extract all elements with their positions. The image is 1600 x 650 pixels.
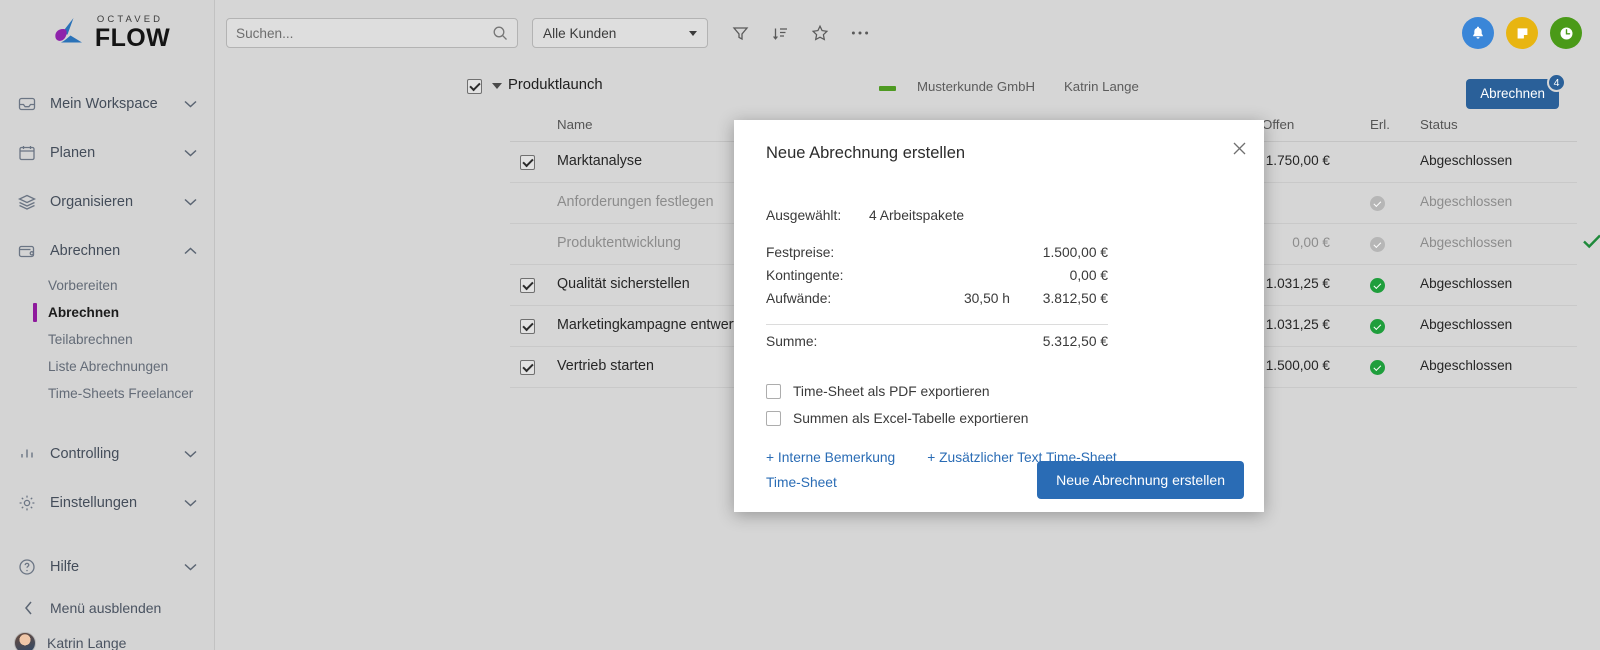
sum-row: Summe: 5.312,50 € [766, 334, 1232, 357]
sidebar: OCTAVED FLOW Mein Workspace Planen Organ… [0, 0, 215, 650]
sidebar-subitem-label: Vorbereiten [48, 278, 118, 293]
app-logo[interactable]: OCTAVED FLOW [0, 0, 214, 66]
sidebar-subitem-abrechnen[interactable]: Abrechnen [0, 299, 214, 326]
checkbox-row-pdf-export[interactable]: Time-Sheet als PDF exportieren [766, 378, 1232, 405]
sidebar-item-mein-workspace[interactable]: Mein Workspace [0, 79, 214, 128]
sidebar-item-label: Abrechnen [50, 242, 121, 259]
chevron-down-icon[interactable] [180, 563, 200, 571]
main-content: Suchen... Alle Kunden Produktlaunch Must… [215, 0, 1600, 650]
financial-line: Aufwände: 30,50 h 3.812,50 € [766, 291, 1232, 314]
chevron-down-icon[interactable] [180, 450, 200, 458]
octaved-logo-icon [55, 18, 82, 43]
sum-amount: 5.312,50 € [1042, 334, 1108, 349]
sidebar-item-abrechnen[interactable]: Abrechnen [0, 226, 214, 275]
line-amount: 1.500,00 € [1042, 245, 1108, 260]
sidebar-user-name: Katrin Lange [47, 635, 127, 650]
sidebar-subnav-abrechnen: Vorbereiten Abrechnen Teilabrechnen List… [0, 272, 214, 407]
sidebar-bottom: Hilfe Menü ausblenden Katrin Lange [0, 542, 214, 650]
chevron-down-icon[interactable] [180, 100, 200, 108]
question-circle-icon [16, 556, 38, 578]
sidebar-subitem-label: Time-Sheets Freelancer [48, 386, 194, 401]
chevron-down-icon[interactable] [180, 149, 200, 157]
chevron-up-icon[interactable] [180, 246, 200, 255]
logo-flow: FLOW [94, 23, 171, 52]
checkbox-label: Time-Sheet als PDF exportieren [793, 384, 990, 399]
sidebar-subitem-label: Liste Abrechnungen [48, 359, 169, 374]
calendar-icon [16, 142, 38, 164]
create-billing-modal: Neue Abrechnung erstellen Ausgewählt: 4 … [734, 120, 1264, 512]
create-billing-button[interactable]: Neue Abrechnung erstellen [1037, 461, 1244, 499]
chevron-down-icon[interactable] [180, 198, 200, 206]
financial-line: Kontingente: 0,00 € [766, 268, 1232, 291]
line-label: Aufwände: [766, 291, 832, 306]
export-options: Time-Sheet als PDF exportieren Summen al… [766, 378, 1232, 432]
sidebar-item-label: Hilfe [50, 558, 80, 575]
time-sheet-link[interactable]: Time-Sheet [766, 475, 837, 490]
sidebar-item-label: Planen [50, 144, 96, 161]
sidebar-subitem-label: Teilabrechnen [48, 332, 133, 347]
line-amount: 0,00 € [1069, 268, 1108, 283]
checkbox-pdf-export[interactable] [766, 384, 781, 399]
layers-icon [16, 191, 38, 213]
modal-footer: Time-Sheet Neue Abrechnung erstellen [734, 440, 1264, 512]
checkbox-row-excel-export[interactable]: Summen als Excel-Tabelle exportieren [766, 405, 1232, 432]
bar-chart-icon [16, 443, 38, 465]
divider [766, 324, 1108, 325]
sidebar-item-hilfe[interactable]: Hilfe [0, 542, 214, 591]
sum-label: Summe: [766, 334, 818, 349]
sidebar-item-label: Controlling [50, 445, 120, 462]
selected-value: 4 Arbeitspakete [869, 208, 965, 223]
gear-icon [16, 492, 38, 514]
sidebar-subitem-teilabrechnen[interactable]: Teilabrechnen [0, 326, 214, 353]
sidebar-subitem-label: Abrechnen [48, 305, 120, 320]
avatar [14, 632, 36, 650]
sidebar-item-label: Mein Workspace [50, 95, 158, 112]
sidebar-item-controlling[interactable]: Controlling [0, 429, 214, 478]
sidebar-item-label: Einstellungen [50, 494, 138, 511]
menu-collapse-label: Menü ausblenden [50, 600, 162, 616]
chevron-left-icon [18, 601, 38, 615]
line-label: Kontingente: [766, 268, 844, 283]
sidebar-item-organisieren[interactable]: Organisieren [0, 177, 214, 226]
selected-label: Ausgewählt: [766, 208, 842, 223]
chevron-down-icon[interactable] [180, 499, 200, 507]
close-icon[interactable] [1226, 135, 1252, 161]
sidebar-item-planen[interactable]: Planen [0, 128, 214, 177]
modal-body: Ausgewählt: 4 Arbeitspakete Festpreise: … [766, 208, 1232, 465]
modal-overlay: Neue Abrechnung erstellen Ausgewählt: 4 … [215, 0, 1600, 650]
logo-text: OCTAVED FLOW [95, 15, 170, 50]
sidebar-item-label: Organisieren [50, 193, 134, 210]
menu-collapse-button[interactable]: Menü ausblenden [0, 591, 214, 625]
sidebar-user[interactable]: Katrin Lange [0, 625, 214, 650]
sidebar-subitem-time-sheets-freelancer[interactable]: Time-Sheets Freelancer [0, 380, 214, 407]
financial-line: Festpreise: 1.500,00 € [766, 245, 1232, 268]
selected-row: Ausgewählt: 4 Arbeitspakete [766, 208, 1232, 223]
checkbox-excel-export[interactable] [766, 411, 781, 426]
sidebar-subitem-vorbereiten[interactable]: Vorbereiten [0, 272, 214, 299]
line-amount: 3.812,50 € [1042, 291, 1108, 306]
sidebar-item-einstellungen[interactable]: Einstellungen [0, 478, 214, 527]
sidebar-nav: Mein Workspace Planen Organisieren Abrec… [0, 79, 214, 650]
inbox-icon [16, 93, 38, 115]
financial-summary: Festpreise: 1.500,00 € Kontingente: 0,00… [766, 245, 1232, 357]
line-label: Festpreise: [766, 245, 835, 260]
modal-title: Neue Abrechnung erstellen [766, 144, 966, 162]
line-hours: 30,50 h [963, 291, 1010, 306]
checkbox-label: Summen als Excel-Tabelle exportieren [793, 411, 1029, 426]
sidebar-subitem-liste-abrechnungen[interactable]: Liste Abrechnungen [0, 353, 214, 380]
wallet-icon [16, 240, 38, 262]
app-root: OCTAVED FLOW Mein Workspace Planen Organ… [0, 0, 1600, 650]
